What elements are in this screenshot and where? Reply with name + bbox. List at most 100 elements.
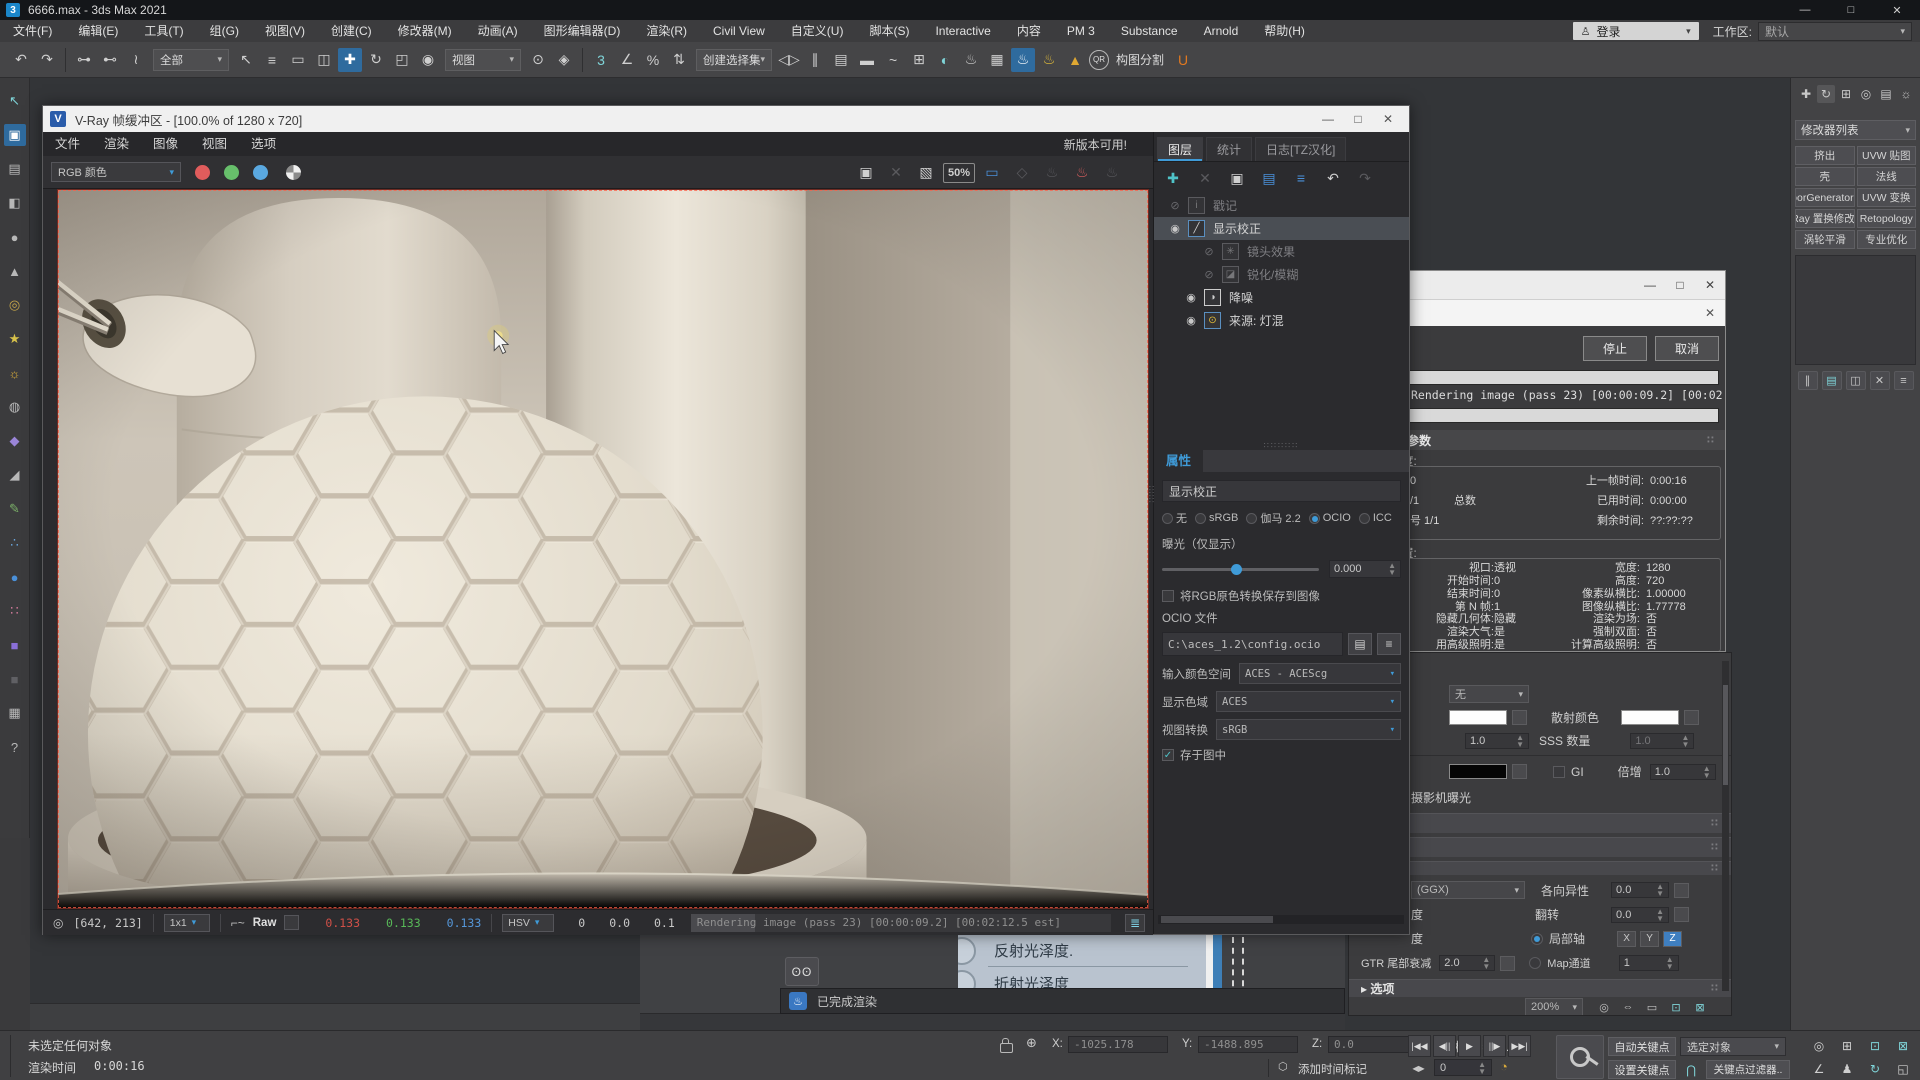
zoom-icon[interactable]: ◎	[1806, 1035, 1832, 1056]
go-to-start-icon[interactable]: |◀◀	[1408, 1035, 1431, 1057]
anisotropy-spinner[interactable]: 0.0 ▲▼	[1611, 882, 1669, 898]
selection-lock-icon[interactable]	[1000, 1043, 1013, 1053]
curve-editor-icon[interactable]: ~	[881, 48, 905, 72]
modifier-button[interactable]: 专业优化	[1857, 230, 1917, 249]
schematic-view-icon[interactable]: ⊞	[907, 48, 931, 72]
menu-item[interactable]: Civil View	[700, 20, 778, 42]
visibility-eye-icon[interactable]: ⊘	[1196, 268, 1222, 281]
modifier-button[interactable]: 涡轮平滑	[1795, 230, 1855, 249]
play-icon[interactable]: ▶	[1458, 1035, 1481, 1057]
window-crossing-icon[interactable]: ◫	[312, 48, 336, 72]
alpha-channel-icon[interactable]	[286, 165, 301, 180]
sss-color-swatch[interactable]	[1621, 710, 1679, 725]
update-notice[interactable]: 新版本可用!	[1064, 132, 1127, 156]
panel-hscrollbar[interactable]	[1158, 915, 1404, 924]
render-last-teapot-icon[interactable]: ♨	[1069, 161, 1095, 185]
editor-zoom-dropdown[interactable]: 200% ▾	[1525, 998, 1583, 1016]
close-button[interactable]: ✕	[1874, 0, 1920, 20]
visibility-eye-icon[interactable]: ⊘	[1162, 199, 1188, 212]
stop-button[interactable]: 停止	[1583, 336, 1647, 361]
cancel-button[interactable]: 取消	[1655, 336, 1719, 361]
pixel-probe-icon[interactable]: ◎	[53, 916, 63, 930]
zoom-tool-icon[interactable]: ◎	[1595, 999, 1613, 1015]
brdf-dropdown[interactable]: (GGX) ▾	[1411, 881, 1525, 899]
radio-gamma[interactable]	[1246, 513, 1257, 524]
pin-stack-icon[interactable]: ∥	[1798, 371, 1818, 390]
zoom-extents-icon[interactable]: ⊡	[1862, 1035, 1888, 1056]
spray-tool-icon[interactable]: ∴	[4, 532, 26, 554]
select-object-icon[interactable]: ↖	[234, 48, 258, 72]
sun-light-icon[interactable]: ☼	[4, 362, 26, 384]
select-and-scale-icon[interactable]: ◰	[390, 48, 414, 72]
menu-item[interactable]: 工具(T)	[131, 20, 196, 42]
orbit-icon[interactable]: ↻	[1862, 1058, 1888, 1079]
tab-log[interactable]: 日志[TZ汉化]	[1255, 137, 1346, 161]
modifier-button[interactable]: Retopology	[1857, 209, 1917, 228]
channel-dropdown[interactable]: RGB 颜色 ▾	[51, 162, 181, 182]
save-rgb-checkbox[interactable]	[1162, 590, 1174, 602]
red-channel-icon[interactable]	[195, 165, 210, 180]
make-unique-icon[interactable]: ◫	[1846, 371, 1866, 390]
knife-tool-icon[interactable]: ◢	[4, 464, 26, 486]
radio-icc[interactable]	[1359, 513, 1370, 524]
exposure-slider[interactable]	[1162, 568, 1319, 571]
undo-icon[interactable]: ↶	[9, 48, 33, 72]
ribbon-toggle-icon[interactable]: ▬	[855, 48, 879, 72]
rectangular-selection-region-icon[interactable]: ▭	[286, 48, 310, 72]
set-key-button[interactable]: 设置关键点	[1608, 1060, 1676, 1079]
layer-name-field[interactable]: 显示校正	[1162, 480, 1401, 502]
vfb-menu-item[interactable]: 渲染	[92, 133, 141, 155]
key-filters-button[interactable]: 关键点过滤器..	[1706, 1060, 1790, 1079]
bricks-icon[interactable]: ▦	[4, 702, 26, 724]
map-channel-radio[interactable]	[1529, 957, 1541, 969]
select-and-place-icon[interactable]: ◉	[416, 48, 440, 72]
pixel-size-dropdown[interactable]: 1x1 ▾	[164, 914, 210, 932]
select-cursor-icon[interactable]: ↖	[4, 90, 26, 112]
binoculars-search-button[interactable]: ʘʘ	[785, 957, 819, 986]
menu-item[interactable]: 内容	[1004, 20, 1054, 42]
menu-item[interactable]: 渲染(R)	[633, 20, 700, 42]
show-end-result-icon[interactable]: ▤	[1822, 371, 1842, 390]
sss-amount-spinner[interactable]: 1.0 ▲▼	[1630, 733, 1694, 749]
menu-item[interactable]: Arnold	[1191, 20, 1252, 42]
prev-frame-icon[interactable]: ◀||	[1433, 1035, 1456, 1057]
walk-through-icon[interactable]: ♟	[1834, 1058, 1860, 1079]
sss-map-button[interactable]	[1684, 710, 1699, 725]
select-and-rotate-icon[interactable]: ↻	[364, 48, 388, 72]
visibility-eye-icon[interactable]: ◉	[1162, 222, 1188, 235]
layer-row[interactable]: ⊘ ✳ 镜头效果	[1154, 240, 1409, 263]
ocio-path-field[interactable]: C:\aces_1.2\config.ocio	[1162, 632, 1343, 656]
selected-object-dropdown[interactable]: 选定对象 ▾	[1680, 1037, 1786, 1056]
menu-item[interactable]: 视图(V)	[252, 20, 318, 42]
menu-item[interactable]: 动画(A)	[465, 20, 531, 42]
hedra-icon[interactable]: ◆	[4, 430, 26, 452]
minimize-button[interactable]: —	[1635, 278, 1665, 292]
radio-srgb[interactable]	[1195, 513, 1206, 524]
axis-x-button[interactable]: X	[1617, 931, 1636, 947]
visibility-eye-icon[interactable]: ◉	[1178, 291, 1204, 304]
minimize-button[interactable]: —	[1782, 0, 1828, 20]
tab-layers[interactable]: 图层	[1157, 137, 1203, 161]
region-select-icon[interactable]: ▧	[913, 161, 939, 185]
scrollbar[interactable]	[1722, 661, 1729, 991]
plane-primitive-icon[interactable]: ▤	[4, 158, 26, 180]
close-button[interactable]: ✕	[1373, 112, 1403, 126]
material-editor-icon[interactable]: ◐	[933, 48, 957, 72]
diffuse-color-swatch[interactable]	[1449, 710, 1507, 725]
transform-gizmo-icon[interactable]: ⊕	[1026, 1035, 1037, 1051]
layer-row[interactable]: ◉ ⊙ 来源: 灯混	[1154, 309, 1409, 332]
hierarchy-tab-icon[interactable]: ⊞	[1837, 85, 1855, 103]
rendered-frame-window-icon[interactable]: ▦	[985, 48, 1009, 72]
layer-row[interactable]: ⊘ i 戳记	[1154, 194, 1409, 217]
input-space-dropdown[interactable]: ACES - ACEScg ▾	[1239, 663, 1401, 684]
layer-row[interactable]: ⊘ ◪ 锐化/模糊	[1154, 263, 1409, 286]
modifier-list-dropdown[interactable]: 修改器列表 ▾	[1795, 120, 1916, 140]
time-configuration-icon[interactable]: ◔	[1500, 1059, 1508, 1074]
menu-item[interactable]: 文件(F)	[0, 20, 65, 42]
login-button[interactable]: ♙ 登录 ▾	[1573, 22, 1699, 40]
modifier-button[interactable]: UVW 贴图	[1857, 146, 1917, 165]
configure-modifier-sets-icon[interactable]: ≡	[1894, 371, 1914, 390]
bind-to-spacewarp-icon[interactable]: ≀	[124, 48, 148, 72]
vfb-menu-item[interactable]: 文件	[43, 133, 92, 155]
modifier-button[interactable]: FloorGenerator[汉	[1795, 188, 1855, 207]
